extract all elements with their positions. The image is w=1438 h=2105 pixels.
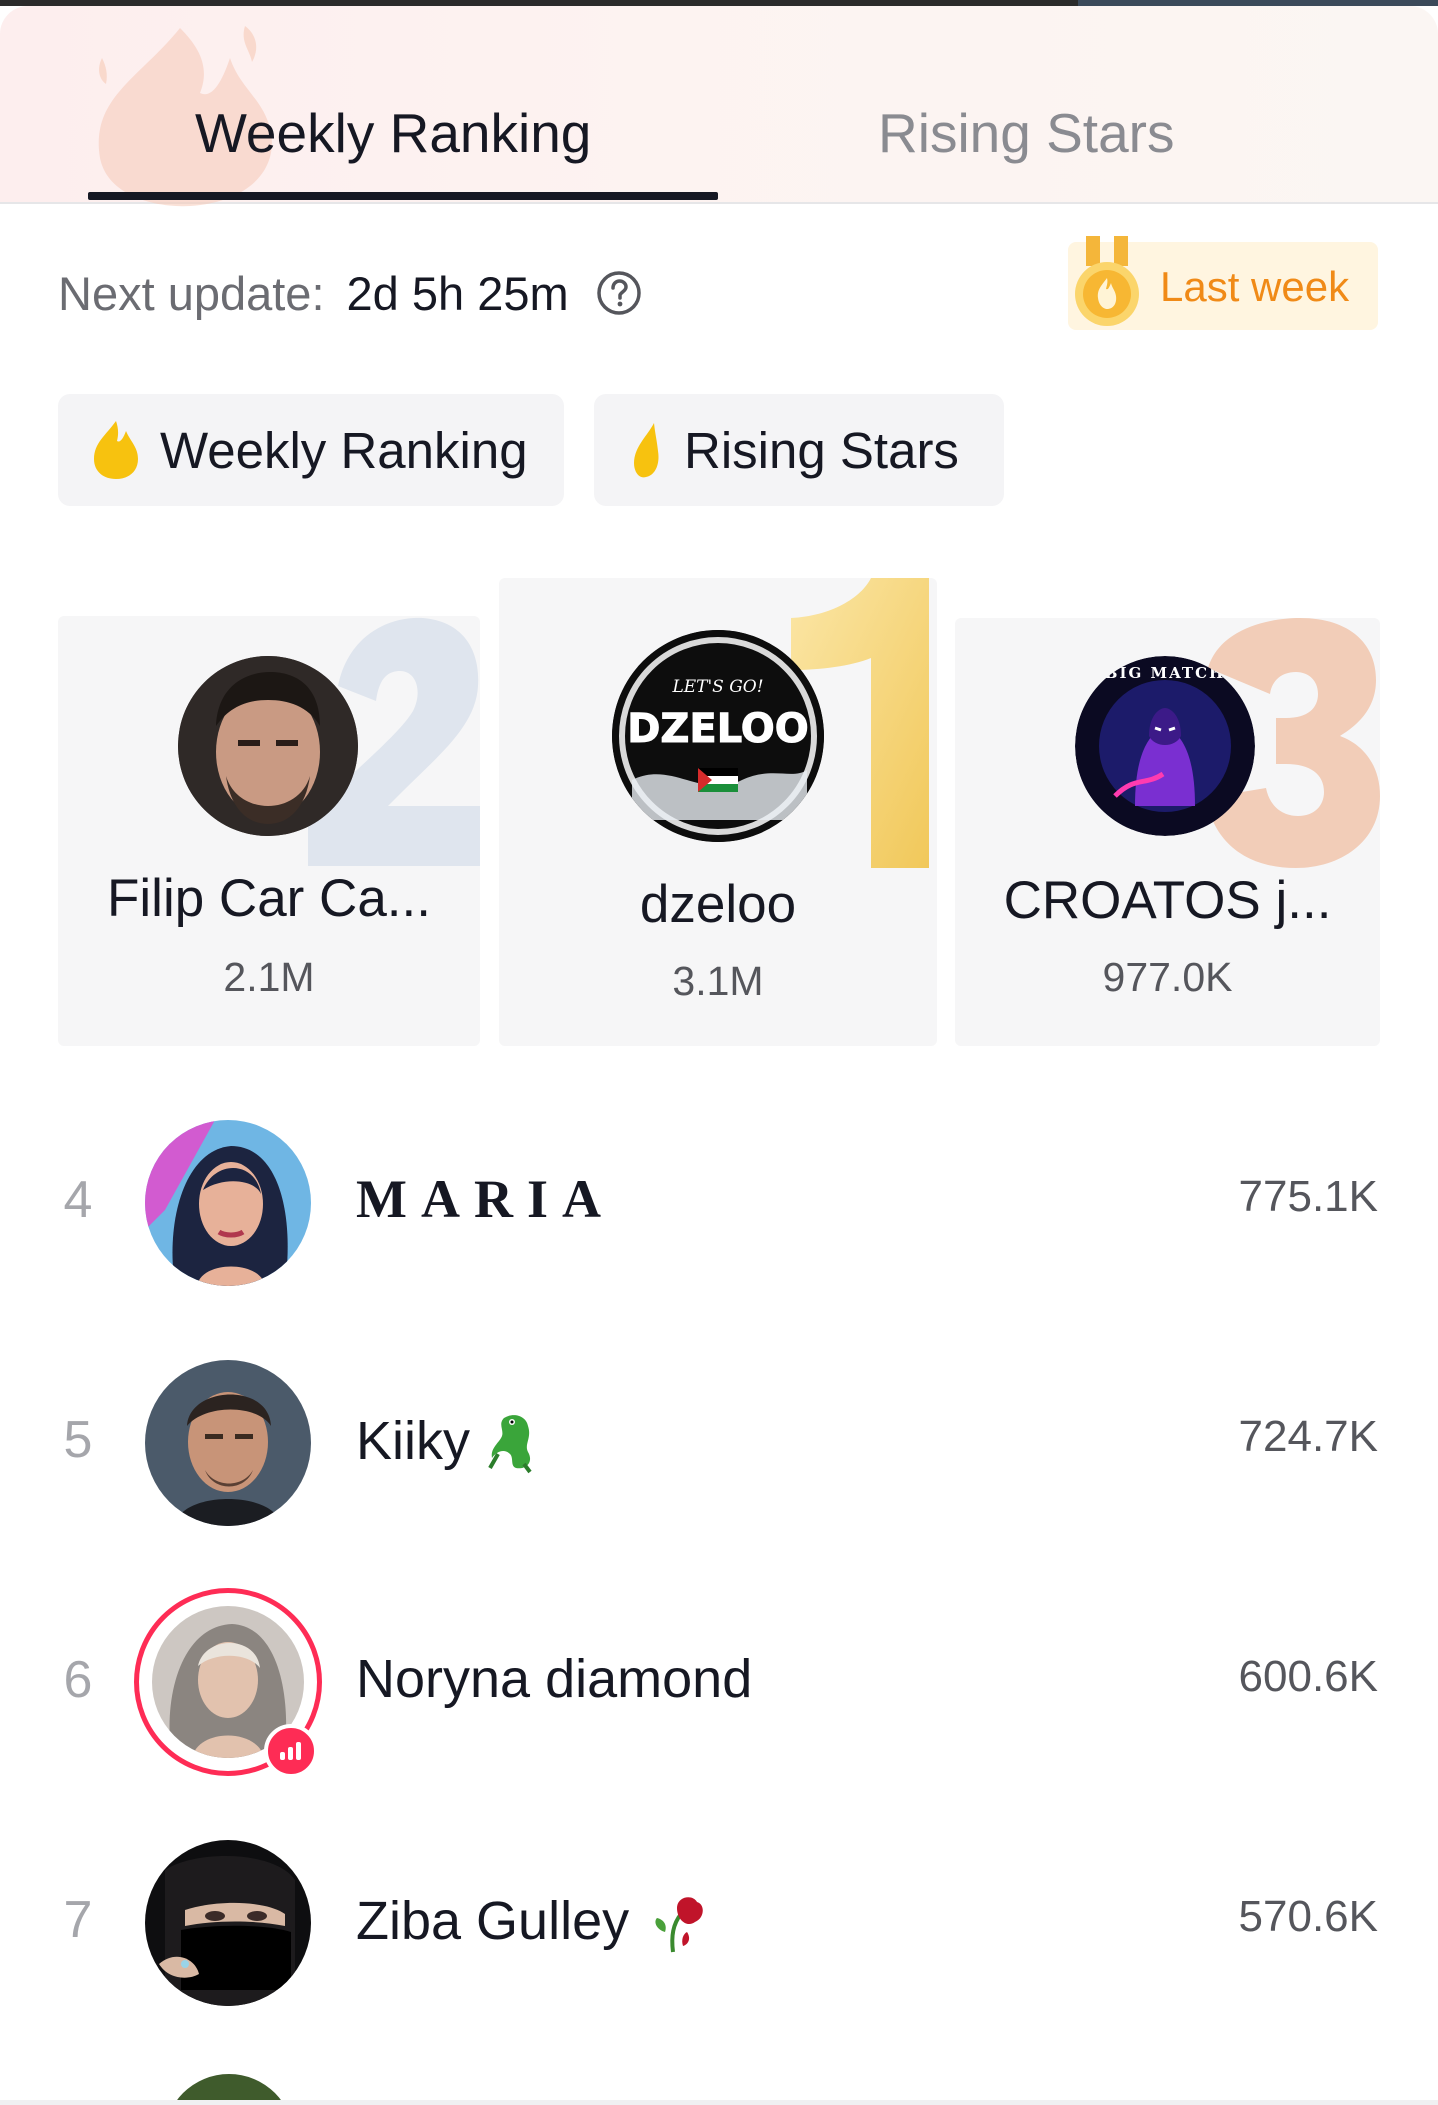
rank-number: 7	[63, 1891, 93, 1949]
chip-weekly-label: Weekly Ranking	[160, 421, 528, 479]
wilted-rose-emoji-icon	[655, 1897, 703, 1953]
podium-name: dzeloo	[639, 875, 797, 934]
podium-name: CROATOS j...	[1003, 871, 1332, 930]
user-name-text: Kiiky	[356, 1411, 471, 1471]
podium-rank-2[interactable]: Filip Car Ca... 2.1M	[58, 616, 480, 1046]
tab-rising-stars[interactable]: Rising Stars	[878, 100, 1174, 166]
user-name-text: Noryna diamond	[356, 1649, 753, 1709]
tab-bar: Weekly Ranking Rising Stars	[0, 6, 1438, 207]
rank-number: 5	[63, 1411, 93, 1469]
podium-score: 977.0K	[1102, 954, 1233, 1000]
flame-icon	[94, 421, 138, 479]
user-score: 724.7K	[1238, 1412, 1378, 1461]
medal-icon	[1075, 236, 1139, 326]
avatar	[145, 1360, 311, 1526]
active-tab-indicator	[88, 192, 718, 200]
question-circle-icon[interactable]	[595, 269, 643, 317]
last-week-label: Last week	[1160, 263, 1350, 310]
podium-rank-1[interactable]: LET'S GO! DZELOO dzeloo 3.1M	[499, 578, 937, 1046]
list-item[interactable]: 4 MARIA 775.1K	[0, 1112, 1438, 1292]
rank-number: 6	[63, 1651, 93, 1709]
chip-rising-stars[interactable]: Rising Stars	[594, 394, 1004, 506]
user-name: Kiiky	[356, 1408, 550, 1474]
chip-rising-label: Rising Stars	[684, 421, 959, 479]
next-update-row: Next update: 2d 5h 25m	[58, 260, 643, 326]
ranking-panel: Weekly Ranking Rising Stars Next update:…	[0, 6, 1438, 2105]
avatar-rank-2	[178, 656, 358, 836]
user-name-text: MARIA	[356, 1169, 615, 1229]
avatar-rank-3: BIG MATCH	[1075, 656, 1255, 836]
chip-weekly-ranking[interactable]: Weekly Ranking	[58, 394, 564, 506]
flame-small-icon	[634, 423, 659, 478]
crocodile-emoji-icon	[488, 1415, 532, 1474]
live-badge-icon	[264, 1724, 318, 1778]
user-name: Ziba Gulley	[356, 1888, 709, 1954]
list-item[interactable]: 6 Noryna diamond 600.6K	[0, 1588, 1438, 1778]
user-name: MARIA	[356, 1168, 615, 1230]
user-score: 570.6K	[1238, 1892, 1378, 1941]
avatar-rank-1: LET'S GO! DZELOO	[612, 630, 824, 842]
avatar	[145, 1840, 311, 2006]
list-item[interactable]: 7 Ziba Gulley 570.6K	[0, 1832, 1438, 2012]
user-name: Noryna diamond	[356, 1648, 752, 1710]
svg-text:DZELOO: DZELOO	[627, 706, 809, 752]
next-update-label: Next update:	[58, 266, 325, 320]
podium-score: 3.1M	[672, 958, 764, 1004]
bottom-divider	[0, 2100, 1438, 2105]
user-name-text: Ziba Gulley	[356, 1891, 630, 1951]
list-item[interactable]: 5 Kiiky 724.7K	[0, 1352, 1438, 1532]
rank-number: 4	[63, 1171, 93, 1229]
podium-score: 2.1M	[223, 954, 315, 1000]
podium-rank-3[interactable]: BIG MATCH CROATOS j... 977.0K	[955, 618, 1380, 1046]
last-week-button[interactable]: Last week	[1068, 236, 1378, 330]
user-score: 775.1K	[1238, 1172, 1378, 1221]
avatar	[145, 1120, 311, 1286]
next-update-countdown: 2d 5h 25m	[346, 266, 569, 320]
tab-weekly-ranking[interactable]: Weekly Ranking	[195, 100, 591, 166]
svg-text:LET'S GO!: LET'S GO!	[671, 677, 763, 697]
podium-name: Filip Car Ca...	[107, 869, 431, 928]
svg-text:BIG MATCH: BIG MATCH	[1105, 664, 1225, 682]
user-score: 600.6K	[1238, 1652, 1378, 1701]
